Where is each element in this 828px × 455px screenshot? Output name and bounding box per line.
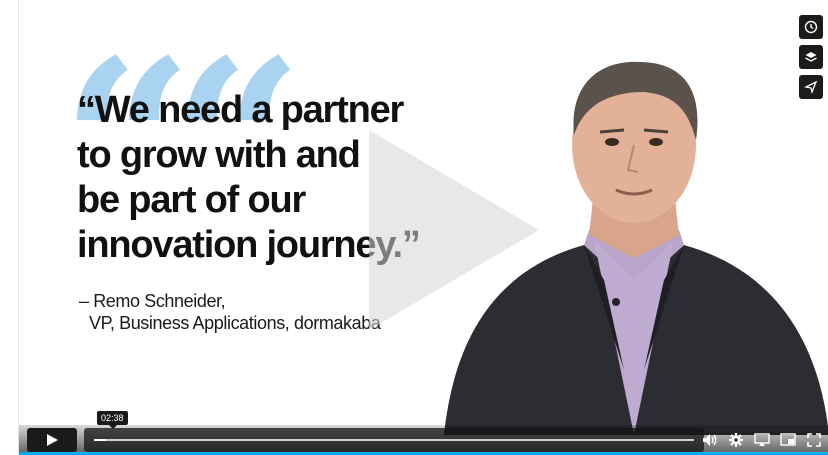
fullscreen-icon[interactable] bbox=[805, 431, 823, 449]
control-bar bbox=[19, 425, 828, 455]
progress-track[interactable] bbox=[94, 439, 694, 441]
side-toolbar bbox=[799, 15, 823, 99]
right-controls bbox=[701, 430, 823, 450]
layers-icon[interactable] bbox=[799, 45, 823, 69]
timestamp-tooltip: 02:38 bbox=[97, 411, 128, 429]
volume-icon[interactable] bbox=[701, 431, 719, 449]
play-icon bbox=[47, 434, 58, 446]
clock-icon[interactable] bbox=[799, 15, 823, 39]
play-button[interactable] bbox=[27, 428, 77, 452]
settings-icon[interactable] bbox=[727, 431, 745, 449]
pip-icon[interactable] bbox=[779, 431, 797, 449]
video-player[interactable]: ““ “We need a partner to grow with and b… bbox=[18, 0, 828, 455]
share-icon[interactable] bbox=[799, 75, 823, 99]
progress-bar[interactable] bbox=[84, 428, 704, 452]
progress-fill bbox=[94, 439, 106, 441]
play-overlay-icon[interactable] bbox=[349, 120, 549, 340]
attribution-title: VP, Business Applications, dormakaba bbox=[89, 313, 381, 333]
attribution-name: – Remo Schneider, bbox=[79, 291, 226, 311]
attribution: – Remo Schneider, VP, Business Applicati… bbox=[79, 290, 381, 334]
airplay-icon[interactable] bbox=[753, 431, 771, 449]
